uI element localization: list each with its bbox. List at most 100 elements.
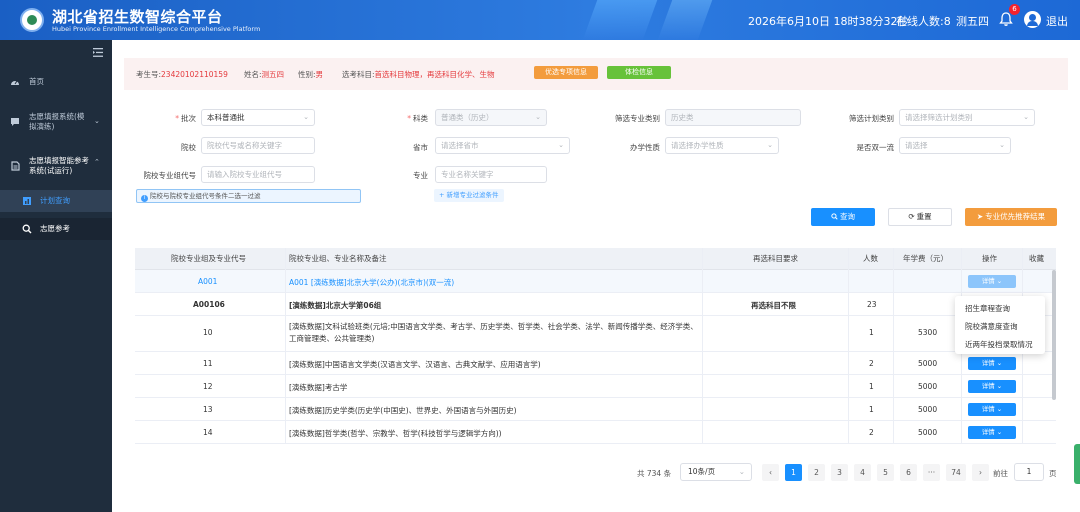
- school-input[interactable]: 院校代号或名称关键字: [201, 137, 315, 154]
- menu-collapse-icon[interactable]: [93, 48, 103, 57]
- column-header: 院校专业组、专业名称及备注: [289, 254, 387, 263]
- send-icon: ➤: [976, 212, 984, 221]
- column-header: 操作: [982, 254, 997, 263]
- school-nature-label: 办学性质: [630, 143, 660, 152]
- column-divider: [848, 248, 849, 444]
- cell-code: 10: [203, 328, 213, 337]
- sidebar-subitem-label: 志愿参考: [40, 224, 70, 233]
- detail-button[interactable]: 详情 ⌄: [968, 357, 1016, 370]
- subject-type-label: * 科类: [407, 114, 428, 123]
- recommend-result-button[interactable]: ➤ 专业优先推荐结果: [965, 208, 1057, 226]
- subject-type-select[interactable]: 普通类（历史） ⌄: [435, 109, 547, 126]
- sidebar-subitem-label: 计划查询: [40, 196, 70, 205]
- filter-major-category-label: 筛选专业类别: [615, 114, 660, 123]
- page-button[interactable]: 1: [785, 464, 802, 481]
- plan-table: 院校专业组及专业代号 院校专业组、专业名称及备注 再选科目要求 人数 年学费（元…: [135, 248, 1056, 448]
- school-nature-select[interactable]: 请选择办学性质 ⌄: [665, 137, 779, 154]
- cell-fee: 5000: [918, 405, 938, 414]
- province-label: 省市: [413, 143, 428, 152]
- top-header: 湖北省招生数智综合平台 Hubei Province Enrollment In…: [0, 0, 1080, 40]
- page-button[interactable]: 74: [946, 464, 966, 481]
- cell-code: 11: [203, 359, 213, 368]
- chevron-down-icon: ⌄: [738, 467, 745, 476]
- reset-button[interactable]: ⟳ 重置: [888, 208, 952, 226]
- cell-fee: 5300: [918, 328, 938, 337]
- cell-code[interactable]: A001: [198, 277, 217, 286]
- cell-fee: 5000: [918, 359, 938, 368]
- sidebar-subitem-volunteer-reference[interactable]: 志愿参考: [0, 218, 112, 240]
- page-button[interactable]: 5: [877, 464, 894, 481]
- major-input[interactable]: 专业名称关键字: [435, 166, 547, 183]
- chevron-down-icon: ⌄: [999, 141, 1005, 149]
- selected-subjects: 选考科目:首选科目物理，再选科目化学、生物: [342, 70, 495, 79]
- cell-fee: 5000: [918, 428, 938, 437]
- cell-fee: 5000: [918, 382, 938, 391]
- double-first-class-label: 是否双一流: [856, 143, 895, 152]
- column-divider: [702, 248, 703, 444]
- cell-count: 1: [869, 382, 874, 391]
- chevron-down-icon: ⌄: [767, 141, 773, 149]
- header-user-name: 测五四: [956, 15, 989, 28]
- cell-code: 14: [203, 428, 213, 437]
- sidebar-item-home[interactable]: 首页: [0, 74, 112, 90]
- dropdown-item-satisfaction[interactable]: 院校满意度查询: [965, 321, 1018, 332]
- table-row[interactable]: A001 A001 [演练数据]北京大学(公办)(北京市)(双一流) 详情 ⌄: [135, 270, 1056, 293]
- add-major-filter-button[interactable]: + 新增专业过滤条件: [434, 189, 504, 202]
- floating-side-tab[interactable]: [1074, 444, 1080, 484]
- chevron-up-icon: ⌃: [94, 158, 100, 166]
- pagination-total: 共 734 条: [637, 469, 672, 478]
- page-size-select[interactable]: 10条/页 ⌄: [680, 463, 752, 481]
- cell-code: 12: [203, 382, 213, 391]
- sidebar-item-simulation[interactable]: 志愿填报系统(模拟演练) ⌄: [0, 108, 112, 136]
- page-button[interactable]: 3: [831, 464, 848, 481]
- platform-title: 湖北省招生数智综合平台: [52, 8, 223, 26]
- column-divider: [285, 248, 286, 444]
- prev-page-button[interactable]: ‹: [762, 464, 779, 481]
- chevron-down-icon: ⌄: [535, 113, 541, 121]
- sidebar: 首页 志愿填报系统(模拟演练) ⌄ 志愿填报智能参考系统(试运行) ⌃ 计划查询…: [0, 40, 112, 512]
- double-first-class-select[interactable]: 请选择 ⌄: [899, 137, 1011, 154]
- user-avatar-icon[interactable]: [1024, 11, 1041, 28]
- batch-select[interactable]: 本科普通批 ⌄: [201, 109, 315, 126]
- goto-page-input[interactable]: 1: [1014, 463, 1044, 481]
- page-button[interactable]: 4: [854, 464, 871, 481]
- province-select[interactable]: 请选择省市 ⌄: [435, 137, 570, 154]
- dropdown-item-admission-rules[interactable]: 招生章程查询: [965, 303, 1010, 314]
- detail-button[interactable]: 详情 ⌄: [968, 403, 1016, 416]
- sidebar-item-intelligent-reference[interactable]: 志愿填报智能参考系统(试运行) ⌃: [0, 152, 112, 180]
- cell-subject-requirement: 再选科目不限: [751, 301, 796, 310]
- sidebar-subitem-plan-query[interactable]: 计划查询: [0, 190, 112, 212]
- detail-button[interactable]: 详情 ⌄: [968, 380, 1016, 393]
- cell-count: 23: [867, 300, 877, 309]
- cell-name: [演练数据]考古学: [289, 383, 348, 392]
- dropdown-item-admission-history[interactable]: 近两年投档录取情况: [965, 339, 1033, 350]
- cell-code: A00106: [193, 300, 225, 309]
- header-decoration: [582, 0, 658, 40]
- page-button[interactable]: 2: [808, 464, 825, 481]
- chart-icon: [23, 197, 31, 205]
- filter-major-category-select[interactable]: 历史类: [665, 109, 801, 126]
- next-page-button[interactable]: ›: [972, 464, 989, 481]
- page-button[interactable]: 6: [900, 464, 917, 481]
- cell-name[interactable]: A001 [演练数据]北京大学(公办)(北京市)(双一流): [289, 277, 454, 288]
- goto-suffix: 页: [1049, 469, 1057, 478]
- major-label: 专业: [413, 171, 428, 180]
- logout-link[interactable]: 退出: [1046, 13, 1068, 29]
- cell-count: 2: [869, 428, 874, 437]
- cell-count: 1: [869, 405, 874, 414]
- query-button[interactable]: 查询: [811, 208, 875, 226]
- detail-button[interactable]: 详情 ⌄: [968, 426, 1016, 439]
- physical-exam-button[interactable]: 体检信息: [607, 66, 671, 79]
- group-code-input[interactable]: 请输入院校专业组代号: [201, 166, 315, 183]
- chevron-down-icon: ⌄: [1023, 113, 1029, 121]
- cell-name: [演练数据]哲学类(哲学、宗教学、哲学(科技哲学与逻辑学方向)): [289, 429, 502, 438]
- filter-plan-category-select[interactable]: 请选择筛选计划类别 ⌄: [899, 109, 1035, 126]
- cell-name: [演练数据]文科试验班类(元培;中国语言文学类、考古学、历史学类、哲学类、社会学…: [289, 322, 698, 343]
- page-ellipsis[interactable]: ···: [923, 464, 940, 481]
- preferred-info-button[interactable]: 优选专项信息: [534, 66, 598, 79]
- cell-name: [演练数据]中国语言文学类(汉语言文学、汉语言、古典文献学、应用语言学): [289, 360, 541, 369]
- cell-count: 1: [869, 328, 874, 337]
- detail-button[interactable]: 详情 ⌄: [968, 275, 1016, 288]
- notification-badge: 6: [1009, 4, 1020, 15]
- table-scrollbar[interactable]: [1052, 270, 1056, 400]
